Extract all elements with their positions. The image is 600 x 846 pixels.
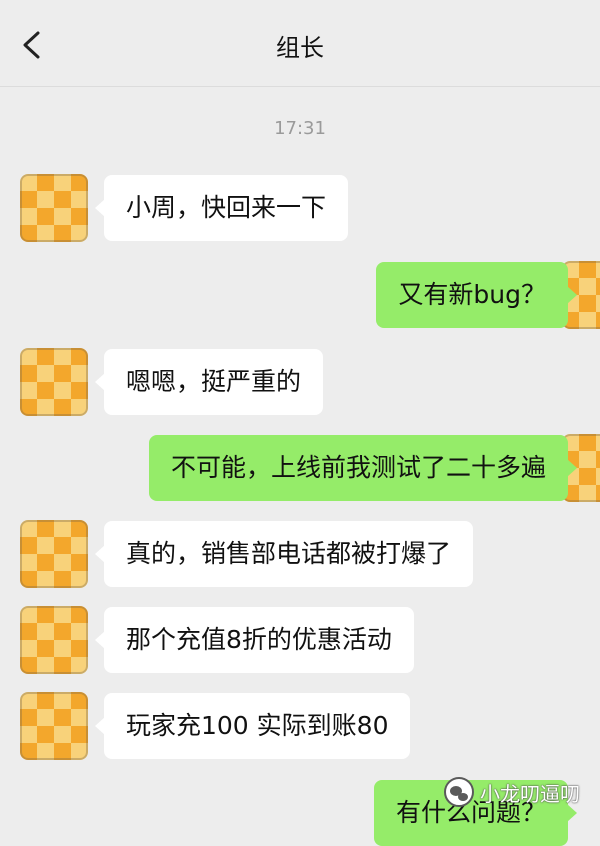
chat-header: 组长 [0, 0, 600, 87]
contact-avatar[interactable] [20, 348, 88, 416]
chat-title: 组长 [276, 34, 324, 62]
contact-avatar[interactable] [20, 606, 88, 674]
message-bubble-incoming[interactable]: 真的，销售部电话都被打爆了 [94, 521, 474, 587]
contact-avatar[interactable] [20, 520, 88, 588]
contact-avatar[interactable] [20, 174, 88, 242]
message-bubble-incoming[interactable]: 小周，快回来一下 [94, 175, 349, 241]
message-bubble-incoming[interactable]: 那个充值8折的优惠活动 [95, 607, 414, 673]
message-bubble-incoming[interactable]: 嗯嗯，挺严重的 [94, 349, 324, 415]
wechat-logo-icon [444, 777, 474, 807]
message-bubble-outgoing[interactable]: 又有新bug？ [376, 262, 577, 328]
contact-avatar[interactable] [20, 692, 88, 760]
message-timestamp: 17:31 [274, 118, 326, 139]
message-bubble-outgoing[interactable]: 不可能，上线前我测试了二十多遍 [148, 435, 578, 501]
watermark: 小龙叨逼叨 [444, 775, 580, 809]
watermark-text: 小龙叨逼叨 [480, 781, 580, 806]
message-bubble-incoming[interactable]: 玩家充100 实际到账80 [94, 693, 411, 759]
